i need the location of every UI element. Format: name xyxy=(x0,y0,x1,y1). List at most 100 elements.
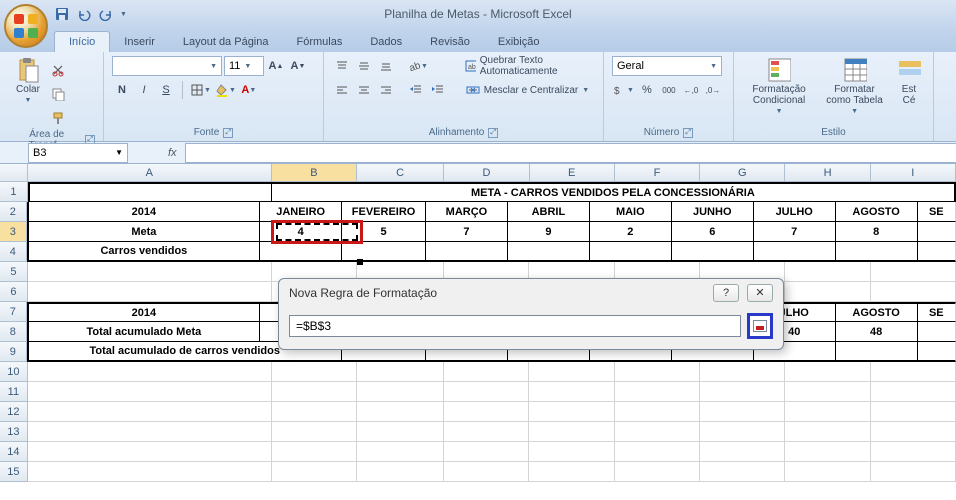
cell[interactable] xyxy=(28,402,272,422)
cell[interactable] xyxy=(754,242,836,262)
meta-abr[interactable]: 9 xyxy=(508,222,590,242)
cell[interactable] xyxy=(444,442,529,462)
meta-label[interactable]: Meta xyxy=(27,222,261,242)
cell[interactable] xyxy=(272,422,357,442)
cell[interactable] xyxy=(871,382,956,402)
align-top-button[interactable] xyxy=(332,56,352,76)
meta-jul[interactable]: 7 xyxy=(754,222,836,242)
col-header-b[interactable]: B xyxy=(272,164,357,181)
col-header-g[interactable]: G xyxy=(700,164,785,181)
tab-revisao[interactable]: Revisão xyxy=(416,32,484,52)
paste-button[interactable]: Colar ▼ xyxy=(12,56,44,106)
month-jan[interactable]: JANEIRO xyxy=(260,202,342,222)
cell[interactable] xyxy=(529,402,614,422)
copy-button[interactable] xyxy=(48,84,68,104)
acum-set[interactable] xyxy=(918,322,956,342)
align-middle-button[interactable] xyxy=(354,56,374,76)
cell[interactable] xyxy=(357,362,444,382)
cell[interactable] xyxy=(836,342,918,362)
bold-button[interactable]: N xyxy=(112,80,132,100)
cell[interactable] xyxy=(785,462,870,482)
row-header-1[interactable]: 1 xyxy=(0,182,28,202)
merge-center-button[interactable]: Mesclar e Centralizar▼ xyxy=(460,80,595,100)
number-expand-icon[interactable]: ⤢ xyxy=(683,128,693,138)
cell[interactable] xyxy=(871,262,956,282)
cell[interactable] xyxy=(785,262,870,282)
cell[interactable] xyxy=(615,442,700,462)
table1-year[interactable]: 2014 xyxy=(27,202,261,222)
cell[interactable] xyxy=(272,462,357,482)
cell[interactable] xyxy=(871,422,956,442)
redo-icon[interactable] xyxy=(98,6,114,22)
cell[interactable] xyxy=(508,242,590,262)
row-header-4[interactable]: 4 xyxy=(0,242,27,262)
orientation-button[interactable]: ab▼ xyxy=(406,56,429,76)
cell[interactable] xyxy=(700,382,785,402)
tab-exibicao[interactable]: Exibição xyxy=(484,32,554,52)
cell[interactable] xyxy=(615,382,700,402)
font-expand-icon[interactable]: ⤢ xyxy=(223,128,233,138)
formula-reference-input[interactable] xyxy=(289,315,741,337)
row-header-12[interactable]: 12 xyxy=(0,402,28,422)
underline-button[interactable]: S xyxy=(156,80,176,100)
meta-mai[interactable]: 2 xyxy=(590,222,672,242)
cut-button[interactable] xyxy=(48,60,68,80)
row-header-11[interactable]: 11 xyxy=(0,382,28,402)
cell[interactable] xyxy=(615,422,700,442)
decrease-decimal-button[interactable]: ,0→ xyxy=(703,80,723,100)
cell[interactable] xyxy=(785,442,870,462)
acum-ago[interactable]: 48 xyxy=(836,322,918,342)
cell[interactable] xyxy=(357,442,444,462)
meta-fev[interactable]: 5 xyxy=(342,222,426,242)
row-header-15[interactable]: 15 xyxy=(0,462,28,482)
cell[interactable] xyxy=(785,362,870,382)
cell[interactable] xyxy=(615,462,700,482)
cell[interactable] xyxy=(590,242,672,262)
currency-button[interactable]: $▼ xyxy=(612,80,635,100)
month-fev[interactable]: FEVEREIRO xyxy=(342,202,426,222)
cell[interactable] xyxy=(785,422,870,442)
month-ago[interactable]: AGOSTO xyxy=(836,202,918,222)
cell[interactable] xyxy=(871,402,956,422)
cell[interactable] xyxy=(28,382,272,402)
wrap-text-button[interactable]: ab Quebrar Texto Automaticamente xyxy=(460,56,595,76)
cell[interactable] xyxy=(871,362,956,382)
dialog-help-button[interactable]: ? xyxy=(713,284,739,302)
italic-button[interactable]: I xyxy=(134,80,154,100)
save-icon[interactable] xyxy=(54,6,70,22)
cell[interactable] xyxy=(700,362,785,382)
month-jul[interactable]: JULHO xyxy=(754,202,836,222)
expand-dialog-button[interactable] xyxy=(747,313,773,339)
cell[interactable] xyxy=(529,382,614,402)
increase-indent-button[interactable] xyxy=(428,80,448,100)
select-all-corner[interactable] xyxy=(0,164,28,181)
cell[interactable] xyxy=(28,282,272,302)
month-mai[interactable]: MAIO xyxy=(590,202,672,222)
row-header-5[interactable]: 5 xyxy=(0,262,28,282)
t2-month-set[interactable]: SE xyxy=(918,302,956,322)
acum-meta-label[interactable]: Total acumulado Meta xyxy=(27,322,261,342)
row-header-7[interactable]: 7 xyxy=(0,302,27,322)
col-header-i[interactable]: I xyxy=(871,164,956,181)
cell[interactable] xyxy=(529,442,614,462)
cell[interactable] xyxy=(444,362,529,382)
cell[interactable] xyxy=(785,282,870,302)
row-header-3[interactable]: 3 xyxy=(0,222,27,242)
cell[interactable] xyxy=(272,442,357,462)
format-painter-button[interactable] xyxy=(48,108,68,128)
cell[interactable] xyxy=(28,422,272,442)
cell[interactable] xyxy=(444,382,529,402)
fill-color-button[interactable]: ▼ xyxy=(214,80,237,100)
row-header-2[interactable]: 2 xyxy=(0,202,27,222)
conditional-formatting-button[interactable]: Formatação Condicional▼ xyxy=(742,56,816,117)
cell[interactable] xyxy=(357,402,444,422)
month-jun[interactable]: JUNHO xyxy=(672,202,754,222)
col-header-d[interactable]: D xyxy=(444,164,529,181)
table2-year[interactable]: 2014 xyxy=(27,302,261,322)
cell[interactable] xyxy=(444,402,529,422)
col-header-c[interactable]: C xyxy=(357,164,444,181)
align-left-button[interactable] xyxy=(332,80,352,100)
cell[interactable] xyxy=(260,242,342,262)
cell[interactable] xyxy=(700,462,785,482)
alignment-expand-icon[interactable]: ⤢ xyxy=(488,128,498,138)
